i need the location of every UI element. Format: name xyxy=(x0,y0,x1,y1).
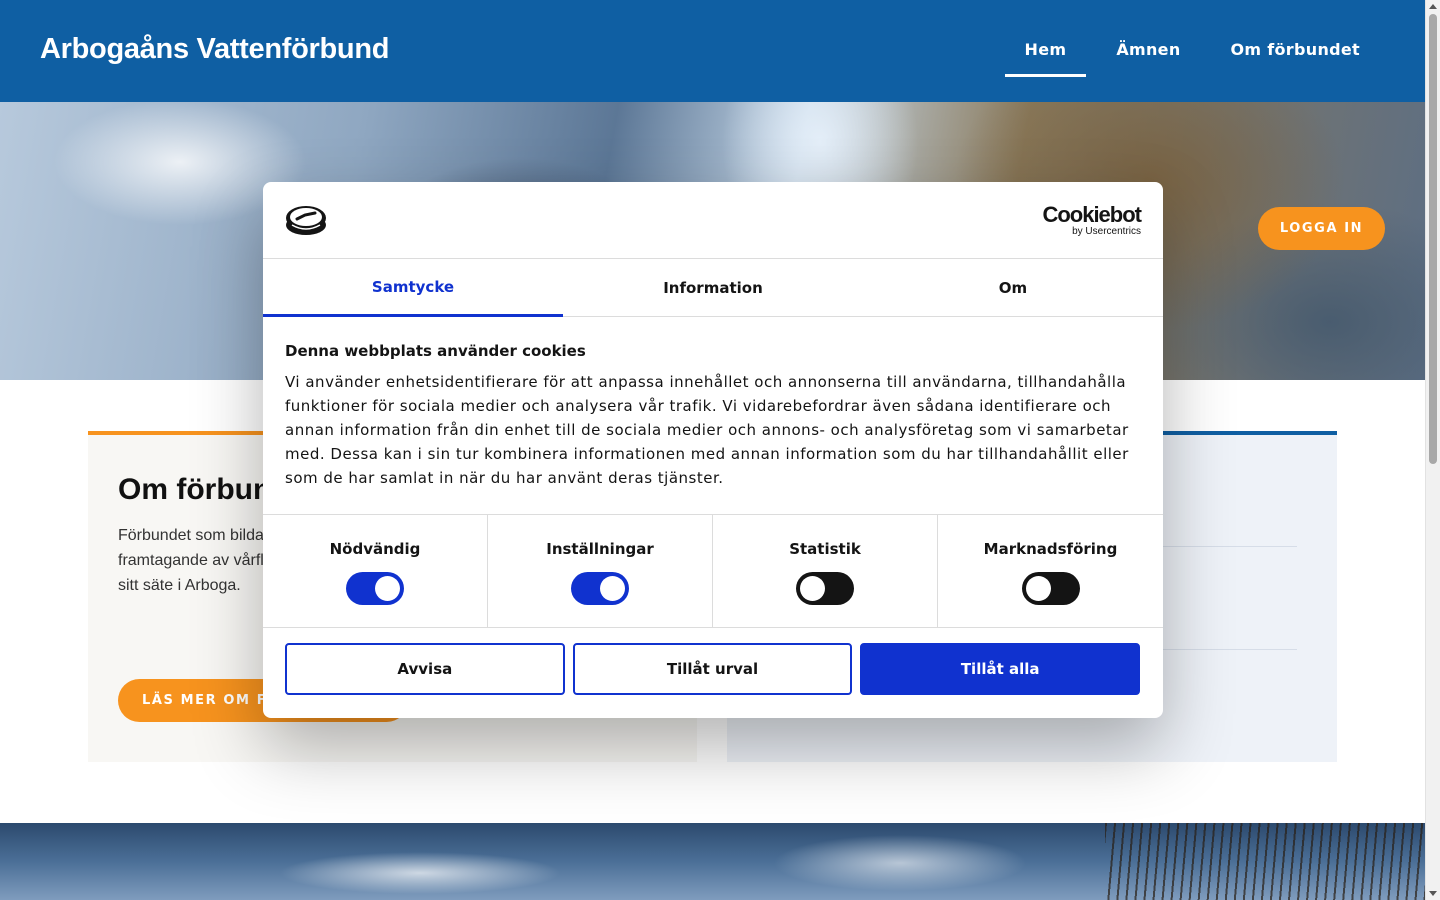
nav-item-label: Hem xyxy=(1024,40,1067,59)
cookiebot-brand-name: Cookiebot xyxy=(1042,202,1142,227)
allow-selection-button[interactable]: Tillåt urval xyxy=(572,643,853,695)
cookie-dialog-body: Denna webbplats använder cookies Vi anvä… xyxy=(285,342,1135,490)
category-label: Statistik xyxy=(789,540,861,558)
cookie-logo-icon xyxy=(286,206,326,235)
cookie-dialog-text: Vi använder enhetsidentifierare för att … xyxy=(285,373,1129,487)
deny-button[interactable]: Avvisa xyxy=(285,643,565,695)
category-label: Inställningar xyxy=(546,540,654,558)
main-nav: Hem Ämnen Om förbundet xyxy=(995,0,1381,78)
cookie-consent-dialog: Cookiebot by Usercentrics Samtycke Infor… xyxy=(263,182,1163,718)
reeds-decoration xyxy=(1105,823,1425,900)
toggle-knob xyxy=(375,576,400,601)
scroll-thumb[interactable] xyxy=(1429,14,1437,464)
toggle-nodvandig[interactable] xyxy=(346,572,404,605)
nav-item-hem[interactable]: Hem xyxy=(1004,0,1087,77)
nav-item-amnen[interactable]: Ämnen xyxy=(1096,0,1200,77)
tab-information[interactable]: Information xyxy=(563,259,863,317)
cookiebot-brand[interactable]: Cookiebot by Usercentrics xyxy=(1042,202,1142,238)
category-installningar: Inställningar xyxy=(488,515,713,628)
cookie-categories: Nödvändig Inställningar Statistik Markna… xyxy=(263,514,1163,628)
nav-item-label: Om förbundet xyxy=(1230,40,1360,59)
toggle-statistik[interactable] xyxy=(796,572,854,605)
toggle-marknadsforing[interactable] xyxy=(1021,572,1080,605)
category-marknadsforing: Marknadsföring xyxy=(938,515,1163,628)
cookiebot-brand-sub: by Usercentrics xyxy=(1072,226,1141,237)
category-statistik: Statistik xyxy=(713,515,938,628)
tab-om[interactable]: Om xyxy=(863,259,1163,317)
bottom-photo xyxy=(0,823,1425,900)
cookie-dialog-heading: Denna webbplats använder cookies xyxy=(285,342,586,360)
login-button[interactable]: LOGGA IN xyxy=(1258,207,1385,250)
site-title[interactable]: Arbogaåns Vattenförbund xyxy=(40,33,389,66)
toggle-knob xyxy=(600,576,625,601)
cookie-dialog-header: Cookiebot by Usercentrics xyxy=(263,182,1163,259)
nav-item-label: Ämnen xyxy=(1116,40,1181,59)
tab-samtycke[interactable]: Samtycke xyxy=(263,259,563,317)
nav-item-om-forbundet[interactable]: Om förbundet xyxy=(1211,0,1380,77)
category-nodvandig: Nödvändig xyxy=(263,515,488,628)
toggle-installningar[interactable] xyxy=(571,572,629,605)
scroll-down-icon[interactable] xyxy=(1429,891,1437,896)
cookie-dialog-buttons: Avvisa Tillåt urval Tillåt alla xyxy=(285,643,1141,695)
allow-all-button[interactable]: Tillåt alla xyxy=(860,643,1141,695)
toggle-knob xyxy=(1025,576,1051,601)
category-label: Marknadsföring xyxy=(983,540,1118,558)
site-header: Arbogaåns Vattenförbund Hem Ämnen Om för… xyxy=(0,0,1425,102)
page-scrollbar[interactable] xyxy=(1425,0,1440,900)
toggle-knob xyxy=(800,576,825,601)
category-label: Nödvändig xyxy=(329,540,421,558)
cookie-dialog-tabs: Samtycke Information Om xyxy=(263,259,1163,317)
scroll-up-icon[interactable] xyxy=(1429,4,1437,9)
